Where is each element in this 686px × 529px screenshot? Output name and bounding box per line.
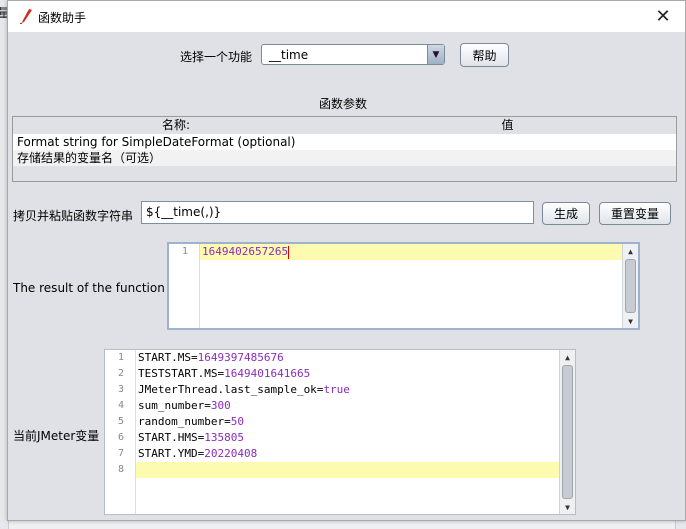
line-number: 2: [117, 368, 125, 379]
scroll-thumb[interactable]: [625, 259, 636, 313]
table-row[interactable]: Format string for SimpleDateFormat (opti…: [13, 134, 676, 150]
line-number: 6: [117, 432, 125, 443]
header-value: 值: [501, 118, 514, 132]
var-key: START.MS=: [138, 351, 198, 364]
scroll-down-icon[interactable]: ▼: [560, 500, 575, 514]
code-line: random_number=50: [136, 414, 559, 430]
param-name: Format string for SimpleDateFormat (opti…: [17, 135, 296, 149]
var-key: START.HMS=: [138, 431, 205, 444]
help-button[interactable]: 帮助: [460, 43, 509, 67]
var-value: 135805: [204, 431, 244, 444]
reset-variables-button[interactable]: 重置变量: [599, 202, 671, 225]
var-value: 1649401641665: [224, 367, 311, 380]
scroll-up-icon[interactable]: ▲: [623, 244, 638, 258]
result-label: The result of the function is: [13, 281, 179, 295]
code-line: START.HMS=135805: [136, 430, 559, 446]
result-value: 1649402657265: [202, 245, 289, 258]
scroll-thumb[interactable]: [562, 365, 573, 499]
var-value: true: [323, 383, 350, 396]
var-key: TESTSTART.MS=: [138, 367, 225, 380]
table-row[interactable]: 存储结果的变量名（可选）: [13, 150, 676, 166]
code-line: sum_number=300: [136, 398, 559, 414]
window-title: 函数助手: [38, 11, 87, 25]
scroll-down-icon[interactable]: ▼: [623, 314, 638, 328]
close-icon: ✕: [655, 6, 671, 27]
var-value: 50: [230, 415, 244, 428]
line-number: 4: [117, 400, 125, 411]
function-select-label: 选择一个功能: [180, 50, 253, 64]
line-number: 1: [181, 246, 189, 257]
var-key: JMeterThread.last_sample_ok=: [138, 383, 324, 396]
result-code: 1649402657265: [200, 244, 622, 260]
var-key: START.YMD=: [138, 447, 205, 460]
generate-button[interactable]: 生成: [542, 202, 590, 225]
copy-string-label: 拷贝并粘贴函数字符串: [13, 209, 134, 223]
vars-scrollbar[interactable]: ▲ ▼: [559, 350, 575, 514]
vars-code: START.MS=1649397485676 TESTSTART.MS=16494…: [136, 350, 559, 478]
var-key: sum_number=: [138, 399, 211, 412]
text-cursor: [288, 245, 290, 259]
line-number: 7: [117, 448, 125, 459]
line-number: 5: [117, 416, 125, 427]
var-value: 1649397485676: [197, 351, 284, 364]
jmeter-vars-editor[interactable]: 12345678 START.MS=1649397485676 TESTSTART…: [104, 349, 576, 515]
param-name: 存储结果的变量名（可选）: [17, 151, 162, 165]
code-line: TESTSTART.MS=1649401641665: [136, 366, 559, 382]
code-line: START.MS=1649397485676: [136, 350, 559, 366]
code-line: [136, 462, 559, 478]
result-scrollbar[interactable]: ▲ ▼: [622, 244, 638, 328]
params-caption: 函数参数: [319, 97, 368, 111]
params-table: 名称: 值 Format string for SimpleDateFormat…: [12, 116, 677, 182]
function-select-value: __time: [269, 47, 309, 62]
function-select[interactable]: __time ▼: [261, 44, 445, 65]
chevron-down-icon[interactable]: ▼: [427, 45, 444, 64]
code-line: START.YMD=20220408: [136, 446, 559, 462]
line-number: 1: [117, 352, 125, 363]
jmeter-feather-icon: [19, 9, 32, 24]
line-number: 3: [117, 384, 125, 395]
var-value: 300: [210, 399, 231, 412]
line-number: 8: [117, 464, 125, 475]
line-number-gutter: 1: [169, 244, 200, 328]
header-name: 名称:: [161, 118, 191, 132]
line-number-gutter: 1 2 3 4 5 6 7 8: [105, 350, 136, 514]
params-table-header: 名称: 值: [13, 117, 676, 134]
var-value: 20220408: [204, 447, 258, 460]
jmeter-vars-label: 当前JMeter变量: [13, 429, 100, 443]
title-bar[interactable]: 函数助手 ✕: [8, 1, 685, 32]
function-helper-dialog: 函数助手 ✕ 选择一个功能 __time ▼ 帮助 函数参数 名称: 值 For…: [7, 0, 686, 521]
result-editor[interactable]: 1 1649402657265 ▲ ▼: [167, 242, 640, 330]
function-string-input[interactable]: ${__time(,)}: [141, 201, 534, 224]
code-line: JMeterThread.last_sample_ok=true: [136, 382, 559, 398]
result-line: 1649402657265: [200, 244, 622, 260]
var-key: random_number=: [138, 415, 231, 428]
close-button[interactable]: ✕: [641, 1, 685, 32]
scroll-up-icon[interactable]: ▲: [560, 350, 575, 364]
